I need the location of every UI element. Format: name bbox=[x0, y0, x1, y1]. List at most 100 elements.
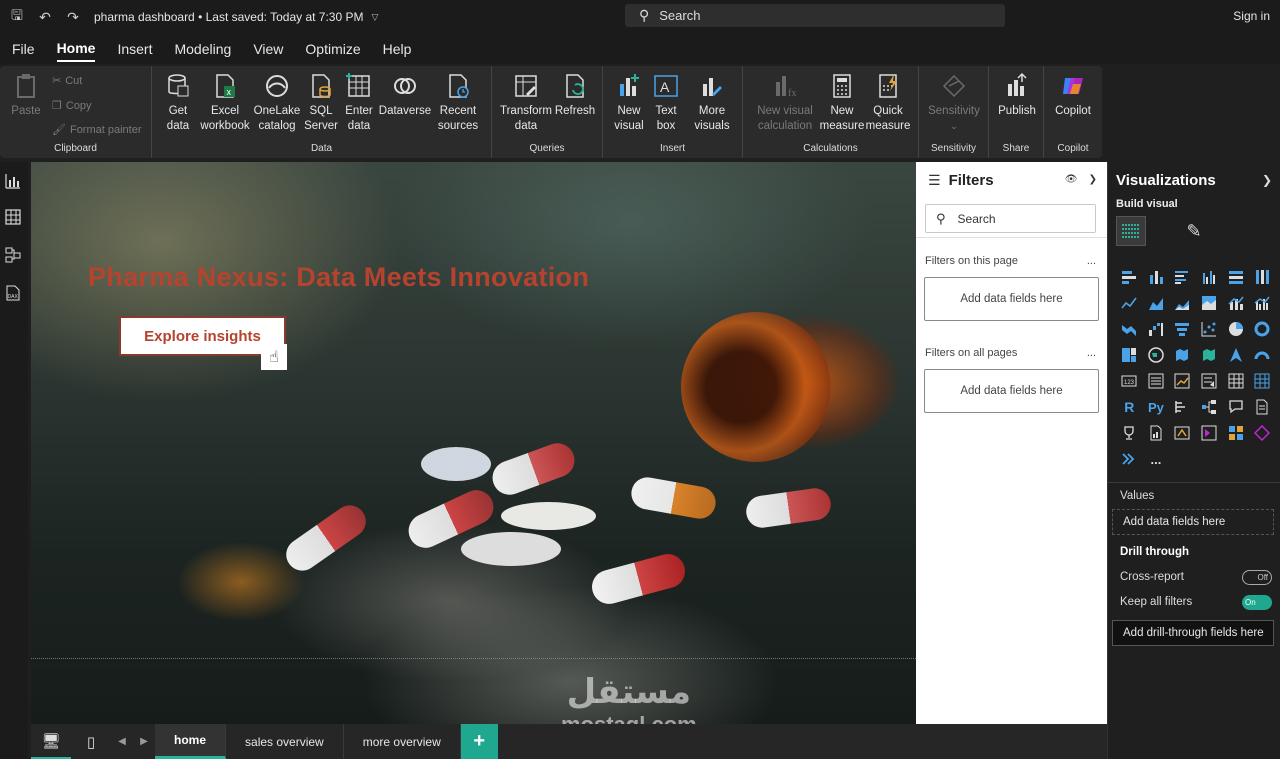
slicer-icon[interactable] bbox=[1196, 368, 1223, 394]
map-icon[interactable] bbox=[1143, 342, 1170, 368]
menu-modeling[interactable]: Modeling bbox=[174, 37, 231, 61]
area-chart-icon[interactable] bbox=[1143, 290, 1170, 316]
menu-optimize[interactable]: Optimize bbox=[305, 37, 360, 61]
funnel-chart-icon[interactable] bbox=[1169, 316, 1196, 342]
document-title[interactable]: pharma dashboard • Last saved: Today at … bbox=[94, 10, 363, 24]
stacked-column-chart-icon[interactable] bbox=[1143, 264, 1170, 290]
narrative-icon[interactable] bbox=[1249, 394, 1276, 420]
add-page-button[interactable]: + bbox=[460, 724, 498, 759]
recent-sources-button[interactable]: Recent sources bbox=[432, 72, 484, 134]
line-and-stacked-column-chart-icon[interactable] bbox=[1222, 290, 1249, 316]
100-stacked-area-chart-icon[interactable] bbox=[1196, 290, 1223, 316]
mobile-layout-icon[interactable]: ▯ bbox=[71, 724, 111, 759]
power-automate-icon[interactable] bbox=[1196, 420, 1223, 446]
azure-map-icon[interactable] bbox=[1222, 342, 1249, 368]
custom-visual-icon[interactable] bbox=[1222, 420, 1249, 446]
goals-icon[interactable] bbox=[1116, 420, 1143, 446]
new-visual-calculation-button[interactable]: fx New visual calculation bbox=[749, 72, 821, 134]
keep-all-filters-toggle[interactable]: On bbox=[1242, 595, 1272, 610]
fabric-visual-icon[interactable] bbox=[1249, 420, 1276, 446]
card-icon[interactable]: 123 bbox=[1116, 368, 1143, 394]
filled-map-icon[interactable] bbox=[1169, 342, 1196, 368]
page-filters-drop-zone[interactable]: Add data fields here bbox=[924, 277, 1099, 321]
new-measure-button[interactable]: New measure bbox=[819, 72, 865, 134]
table-icon[interactable] bbox=[1222, 368, 1249, 394]
more-visuals-button[interactable]: More visuals bbox=[687, 72, 737, 134]
quick-measure-button[interactable]: Quick measure bbox=[865, 72, 911, 134]
transform-data-button[interactable]: Transform data bbox=[500, 72, 552, 134]
menu-insert[interactable]: Insert bbox=[117, 37, 152, 61]
cut-button[interactable]: ✂ Cut bbox=[52, 74, 82, 88]
model-view-icon[interactable] bbox=[4, 246, 22, 264]
chevron-down-icon[interactable]: ▽ bbox=[371, 12, 378, 23]
table-view-icon[interactable] bbox=[4, 208, 22, 226]
100-stacked-bar-chart-icon[interactable] bbox=[1222, 264, 1249, 290]
prev-page-icon[interactable]: ◀ bbox=[111, 724, 133, 759]
sensitivity-button[interactable]: Sensitivity ⌄ bbox=[925, 72, 983, 134]
matrix-icon[interactable] bbox=[1249, 368, 1276, 394]
copy-button[interactable]: ❐ Copy bbox=[52, 99, 92, 113]
values-drop-zone[interactable]: Add data fields here bbox=[1112, 509, 1274, 535]
menu-home[interactable]: Home bbox=[56, 36, 96, 62]
clustered-column-chart-icon[interactable] bbox=[1196, 264, 1223, 290]
text-box-button[interactable]: A Text box bbox=[651, 72, 681, 134]
more-options-icon[interactable]: ... bbox=[1087, 347, 1096, 359]
ribbon-chart-icon[interactable] bbox=[1116, 316, 1143, 342]
more-visuals-icon[interactable]: ... bbox=[1143, 446, 1170, 472]
dataverse-button[interactable]: Dataverse bbox=[378, 72, 432, 119]
format-painter-button[interactable]: 🖌 Format painter bbox=[52, 123, 142, 137]
line-chart-icon[interactable] bbox=[1116, 290, 1143, 316]
smart-narrative-icon[interactable] bbox=[1116, 446, 1143, 472]
menu-view[interactable]: View bbox=[253, 37, 283, 61]
gauge-icon[interactable] bbox=[1249, 342, 1276, 368]
collapse-icon[interactable]: ❯ bbox=[1262, 173, 1272, 187]
key-influencers-icon[interactable] bbox=[1169, 394, 1196, 420]
copilot-button[interactable]: Copilot bbox=[1050, 72, 1096, 119]
excel-workbook-button[interactable]: x Excel workbook bbox=[198, 72, 252, 134]
eye-icon[interactable]: 👁 bbox=[1065, 174, 1078, 185]
stacked-bar-chart-icon[interactable] bbox=[1116, 264, 1143, 290]
redo-icon[interactable]: ↷ bbox=[62, 9, 84, 26]
undo-icon[interactable]: ↶ bbox=[34, 9, 56, 26]
shape-map-icon[interactable] bbox=[1196, 342, 1223, 368]
more-options-icon[interactable]: ... bbox=[1087, 255, 1096, 267]
drill-through-drop-zone[interactable]: Add drill-through fields here bbox=[1112, 620, 1274, 646]
filters-search-input[interactable]: ⚲ Search bbox=[925, 204, 1096, 233]
treemap-icon[interactable] bbox=[1116, 342, 1143, 368]
publish-button[interactable]: Publish bbox=[995, 72, 1039, 119]
paginated-report-icon[interactable] bbox=[1143, 420, 1170, 446]
qa-icon[interactable] bbox=[1222, 394, 1249, 420]
multi-row-card-icon[interactable] bbox=[1143, 368, 1170, 394]
tab-home[interactable]: home bbox=[155, 724, 227, 759]
power-apps-icon[interactable] bbox=[1169, 420, 1196, 446]
save-icon[interactable]: 🖫 bbox=[6, 5, 28, 29]
paste-button[interactable]: Paste bbox=[8, 72, 44, 119]
global-search-input[interactable]: ⚲ Search bbox=[625, 4, 1005, 27]
waterfall-chart-icon[interactable] bbox=[1143, 316, 1170, 342]
get-data-button[interactable]: Get data bbox=[158, 72, 198, 134]
stacked-area-chart-icon[interactable] bbox=[1169, 290, 1196, 316]
tab-sales-overview[interactable]: sales overview bbox=[226, 724, 344, 759]
tab-more-overview[interactable]: more overview bbox=[344, 724, 461, 759]
clustered-bar-chart-icon[interactable] bbox=[1169, 264, 1196, 290]
line-and-clustered-column-chart-icon[interactable] bbox=[1249, 290, 1276, 316]
new-visual-button[interactable]: New visual bbox=[611, 72, 647, 134]
pie-chart-icon[interactable] bbox=[1222, 316, 1249, 342]
python-visual-icon[interactable]: Py bbox=[1143, 394, 1170, 420]
100-stacked-column-chart-icon[interactable] bbox=[1249, 264, 1276, 290]
all-pages-filters-drop-zone[interactable]: Add data fields here bbox=[924, 369, 1099, 413]
next-page-icon[interactable]: ▶ bbox=[133, 724, 155, 759]
build-visual-tab[interactable] bbox=[1116, 216, 1146, 246]
sign-in-link[interactable]: Sign in bbox=[1233, 9, 1270, 23]
collapse-icon[interactable]: ❯ bbox=[1089, 174, 1097, 185]
decomposition-tree-icon[interactable] bbox=[1196, 394, 1223, 420]
kpi-icon[interactable] bbox=[1169, 368, 1196, 394]
menu-file[interactable]: File bbox=[12, 37, 35, 61]
enter-data-button[interactable]: Enter data bbox=[342, 72, 376, 134]
sql-server-button[interactable]: SQL Server bbox=[304, 72, 338, 134]
refresh-button[interactable]: Refresh bbox=[554, 72, 596, 119]
r-script-visual-icon[interactable]: R bbox=[1116, 394, 1143, 420]
donut-chart-icon[interactable] bbox=[1249, 316, 1276, 342]
desktop-layout-icon[interactable]: 🖥 bbox=[31, 724, 71, 759]
report-view-icon[interactable] bbox=[4, 172, 22, 190]
